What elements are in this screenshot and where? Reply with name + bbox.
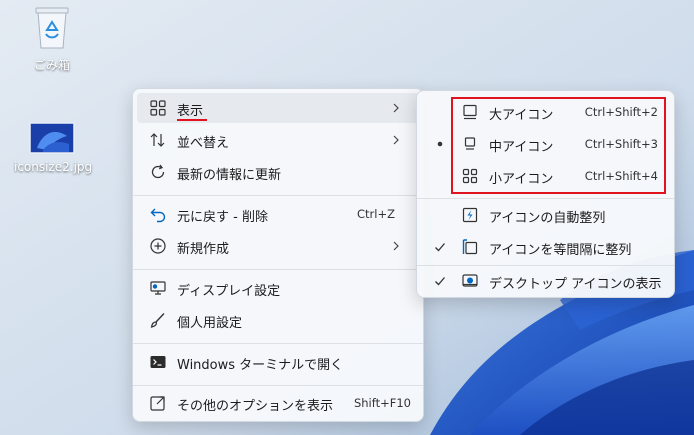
image-file-icon	[29, 122, 75, 154]
menu-item-sort[interactable]: 並べ替え	[137, 125, 419, 155]
align-grid-icon	[462, 239, 478, 255]
chevron-right-icon	[393, 135, 399, 145]
menu-item-label: 元に戻す - 削除	[177, 210, 268, 225]
menu-item-label: ディスプレイ設定	[177, 284, 281, 299]
menu-item-undo[interactable]: 元に戻す - 削除 Ctrl+Z	[137, 199, 419, 229]
shortcut-text: Ctrl+Z	[357, 207, 395, 221]
menu-item-display-settings[interactable]: ディスプレイ設定	[137, 273, 419, 303]
view-submenu: 大アイコン Ctrl+Shift+2 中アイコン Ctrl+Shift+3 小ア…	[416, 90, 675, 298]
menu-separator	[133, 269, 423, 270]
menu-item-view[interactable]: 表示	[137, 93, 419, 123]
menu-item-label: 最新の情報に更新	[177, 168, 282, 183]
submenu-item-label: デスクトップ アイコンの表示	[489, 277, 662, 292]
desktop-context-menu: 表示 並べ替え 最新の情報に更新 元に戻す - 削除 Ctrl+Z 新規作成 デ…	[132, 88, 424, 422]
menu-separator	[133, 385, 423, 386]
menu-separator	[133, 343, 423, 344]
menu-item-new[interactable]: 新規作成	[137, 231, 419, 261]
submenu-item-label: アイコンの自動整列	[489, 211, 606, 226]
submenu-item-align-grid[interactable]: アイコンを等間隔に整列	[421, 232, 670, 262]
menu-item-label: その他のオプションを表示	[177, 399, 334, 414]
menu-item-label: 表示	[177, 104, 204, 119]
bullet-icon	[437, 141, 443, 147]
menu-item-label: Windows ターミナルで開く	[177, 358, 344, 373]
more-options-icon	[150, 396, 165, 411]
image-file[interactable]: iconsize2.jpg	[14, 122, 93, 174]
image-file-label: iconsize2.jpg	[14, 160, 93, 174]
terminal-icon	[150, 356, 166, 368]
check-icon	[435, 243, 445, 252]
menu-separator	[133, 195, 423, 196]
new-icon	[150, 238, 166, 254]
menu-item-label: 並べ替え	[177, 136, 230, 151]
submenu-item-label: アイコンを等間隔に整列	[489, 243, 632, 258]
menu-item-more-options[interactable]: その他のオプションを表示 Shift+F10	[137, 388, 419, 418]
auto-arrange-icon	[462, 207, 478, 223]
brush-icon	[150, 313, 165, 328]
grid-icon	[150, 100, 166, 116]
view-underline	[177, 119, 207, 121]
menu-item-personalize[interactable]: 個人用設定	[137, 305, 419, 335]
menu-item-terminal[interactable]: Windows ターミナルで開く	[137, 347, 419, 377]
recycle-bin-label: ごみ箱	[33, 58, 70, 72]
menu-item-label: 新規作成	[177, 242, 230, 257]
icon-size-highlight-box	[451, 97, 666, 194]
submenu-item-show-desktop-icons[interactable]: デスクトップ アイコンの表示	[421, 266, 670, 296]
check-icon	[435, 277, 445, 286]
shortcut-text: Shift+F10	[353, 396, 411, 410]
menu-item-label: 個人用設定	[177, 316, 243, 331]
refresh-icon	[151, 164, 165, 179]
show-desktop-icons-icon	[462, 274, 478, 287]
submenu-item-auto-arrange[interactable]: アイコンの自動整列	[421, 200, 670, 230]
chevron-right-icon	[393, 103, 399, 113]
recycle-bin-icon	[35, 7, 69, 49]
menu-item-refresh[interactable]: 最新の情報に更新	[137, 157, 419, 187]
sort-icon	[150, 133, 165, 147]
menu-separator	[417, 198, 674, 199]
undo-icon	[150, 208, 166, 223]
chevron-right-icon	[393, 241, 399, 251]
recycle-bin[interactable]: ごみ箱	[22, 4, 82, 73]
display-settings-icon	[150, 281, 166, 295]
